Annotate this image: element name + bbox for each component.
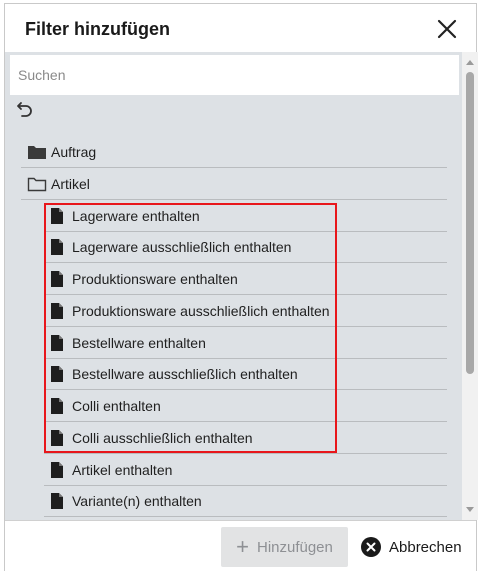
plus-icon: +	[236, 534, 249, 559]
document-icon	[50, 397, 66, 415]
scrollbar[interactable]	[462, 52, 478, 520]
document-icon	[50, 365, 66, 383]
add-button[interactable]: + Hinzufügen	[221, 527, 348, 567]
document-icon	[50, 492, 66, 510]
tree-item[interactable]: Colli enthalten	[44, 391, 447, 422]
tree-item-label: Lagerware ausschließlich enthalten	[72, 239, 292, 255]
document-icon	[50, 302, 66, 320]
document-icon	[50, 429, 66, 447]
dialog-header: Filter hinzufügen	[5, 4, 476, 52]
tree-item[interactable]: Bestellware ausschließlich enthalten	[44, 359, 447, 390]
dialog-title: Filter hinzufügen	[25, 19, 170, 39]
dialog-footer: + Hinzufügen Abbrechen	[5, 520, 476, 573]
tree-item-label: Variante(n) enthalten	[72, 493, 202, 509]
folder-filled-icon	[27, 143, 47, 161]
filter-dialog: Filter hinzufügen Auftrag Artikel	[4, 3, 478, 573]
document-icon	[50, 238, 66, 256]
tree-item[interactable]: Produktionsware enthalten	[44, 264, 447, 295]
cancel-button-label: Abbrechen	[389, 538, 462, 556]
scroll-up-arrow-icon[interactable]	[466, 60, 474, 65]
scrollbar-thumb[interactable]	[466, 72, 474, 374]
tree-group-label: Auftrag	[51, 144, 97, 160]
tree-item[interactable]: Produktionsware ausschließlich enthalten	[44, 296, 447, 327]
close-icon[interactable]	[436, 18, 458, 40]
document-icon	[50, 207, 66, 225]
tree-item-label: Artikel enthalten	[72, 462, 173, 478]
tree-item[interactable]: Lagerware ausschließlich enthalten	[44, 232, 447, 263]
document-icon	[50, 334, 66, 352]
tree-item-label: Colli enthalten	[72, 398, 161, 414]
tree-group-artikel[interactable]: Artikel	[21, 169, 447, 200]
tree-item-label: Produktionsware enthalten	[72, 271, 238, 287]
document-icon	[50, 270, 66, 288]
undo-icon[interactable]	[16, 100, 34, 118]
tree-item[interactable]: Bestellware enthalten	[44, 328, 447, 359]
tree-item-label: Colli ausschließlich enthalten	[72, 430, 253, 446]
tree-item[interactable]: Variante(n) enthalten	[44, 486, 447, 517]
cancel-circle-icon	[361, 537, 381, 557]
tree-item-label: Lagerware enthalten	[72, 208, 200, 224]
tree-item-label: Bestellware enthalten	[72, 335, 206, 351]
tree-item[interactable]: Colli ausschließlich enthalten	[44, 423, 447, 454]
tree-item-label: Produktionsware ausschließlich enthalten	[72, 303, 330, 319]
add-button-label: Hinzufügen	[256, 538, 333, 556]
scroll-down-arrow-icon[interactable]	[466, 507, 474, 512]
folder-open-icon	[27, 175, 47, 193]
tree-item[interactable]: Artikel enthalten	[44, 455, 447, 486]
cancel-button[interactable]: Abbrechen	[361, 527, 471, 567]
filter-tree-panel: Auftrag Artikel Lagerware enthalten Lage…	[5, 52, 462, 520]
tree-group-auftrag[interactable]: Auftrag	[21, 137, 447, 168]
document-icon	[50, 461, 66, 479]
tree-group-label: Artikel	[51, 176, 90, 192]
tree-item[interactable]: Lagerware enthalten	[44, 201, 447, 232]
search-input[interactable]	[10, 55, 459, 95]
tree-item-label: Bestellware ausschließlich enthalten	[72, 366, 298, 382]
